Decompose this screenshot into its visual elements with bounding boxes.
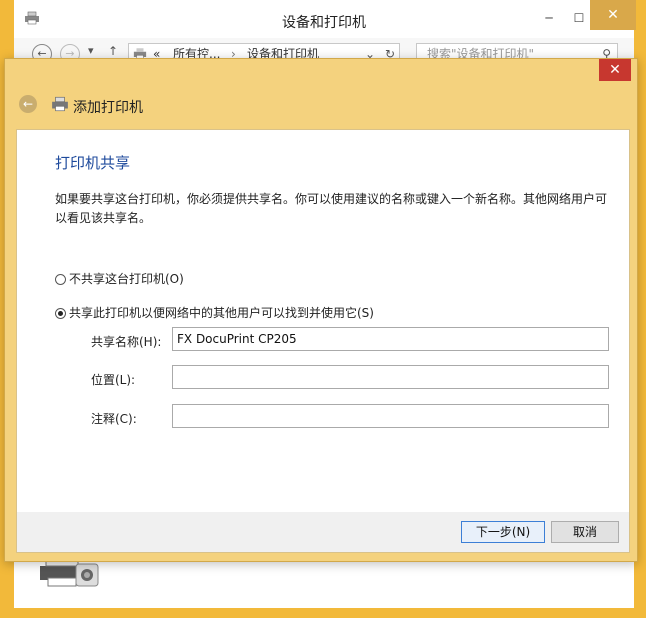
no-share-radio[interactable]: [55, 274, 66, 285]
comment-field[interactable]: [172, 404, 609, 428]
share-label[interactable]: 共享此打印机以便网络中的其他用户可以找到并使用它(S): [69, 306, 374, 320]
watermark-url: jingyan.baidu.com: [496, 586, 598, 599]
share-name-label: 共享名称(H):: [91, 335, 162, 349]
dialog-footer: 下一步(N) 取消: [16, 512, 630, 553]
comment-label: 注释(C):: [91, 412, 137, 426]
watermark-logo: Baidu经验: [496, 564, 601, 588]
cancel-button[interactable]: 取消: [551, 521, 619, 543]
add-printer-dialog: ✕ ← 添加打印机 打印机共享 如果要共享这台打印机，你必须提供共享名。你可以使…: [4, 58, 638, 562]
recent-locations-dropdown-icon[interactable]: ▾: [88, 44, 94, 57]
dialog-title: 添加打印机: [73, 100, 143, 116]
background-titlebar: 设备和打印机 ─ ☐ ✕: [14, 0, 636, 38]
page-heading: 打印机共享: [55, 154, 131, 172]
no-share-label[interactable]: 不共享这台打印机(O): [69, 272, 184, 286]
minimize-icon[interactable]: ─: [534, 8, 564, 28]
share-name-field[interactable]: [172, 327, 609, 351]
location-label: 位置(L):: [91, 373, 136, 387]
location-field[interactable]: [172, 365, 609, 389]
no-share-option[interactable]: 不共享这台打印机(O): [55, 270, 184, 287]
description-text: 如果要共享这台打印机，你必须提供共享名。你可以使用建议的名称或键入一个新名称。其…: [55, 192, 608, 225]
background-close-icon[interactable]: ✕: [590, 0, 636, 30]
printer-icon: [52, 96, 68, 112]
share-option[interactable]: 共享此打印机以便网络中的其他用户可以找到并使用它(S): [55, 304, 374, 321]
dialog-header: ← 添加打印机: [5, 85, 637, 125]
dialog-content-panel: 打印机共享 如果要共享这台打印机，你必须提供共享名。你可以使用建议的名称或键入一…: [16, 129, 630, 513]
up-nav-icon[interactable]: ↑: [108, 44, 118, 58]
next-button[interactable]: 下一步(N): [461, 521, 545, 543]
back-arrow-icon[interactable]: ←: [19, 95, 37, 113]
dialog-close-button[interactable]: ✕: [599, 59, 631, 81]
share-radio[interactable]: [55, 308, 66, 319]
